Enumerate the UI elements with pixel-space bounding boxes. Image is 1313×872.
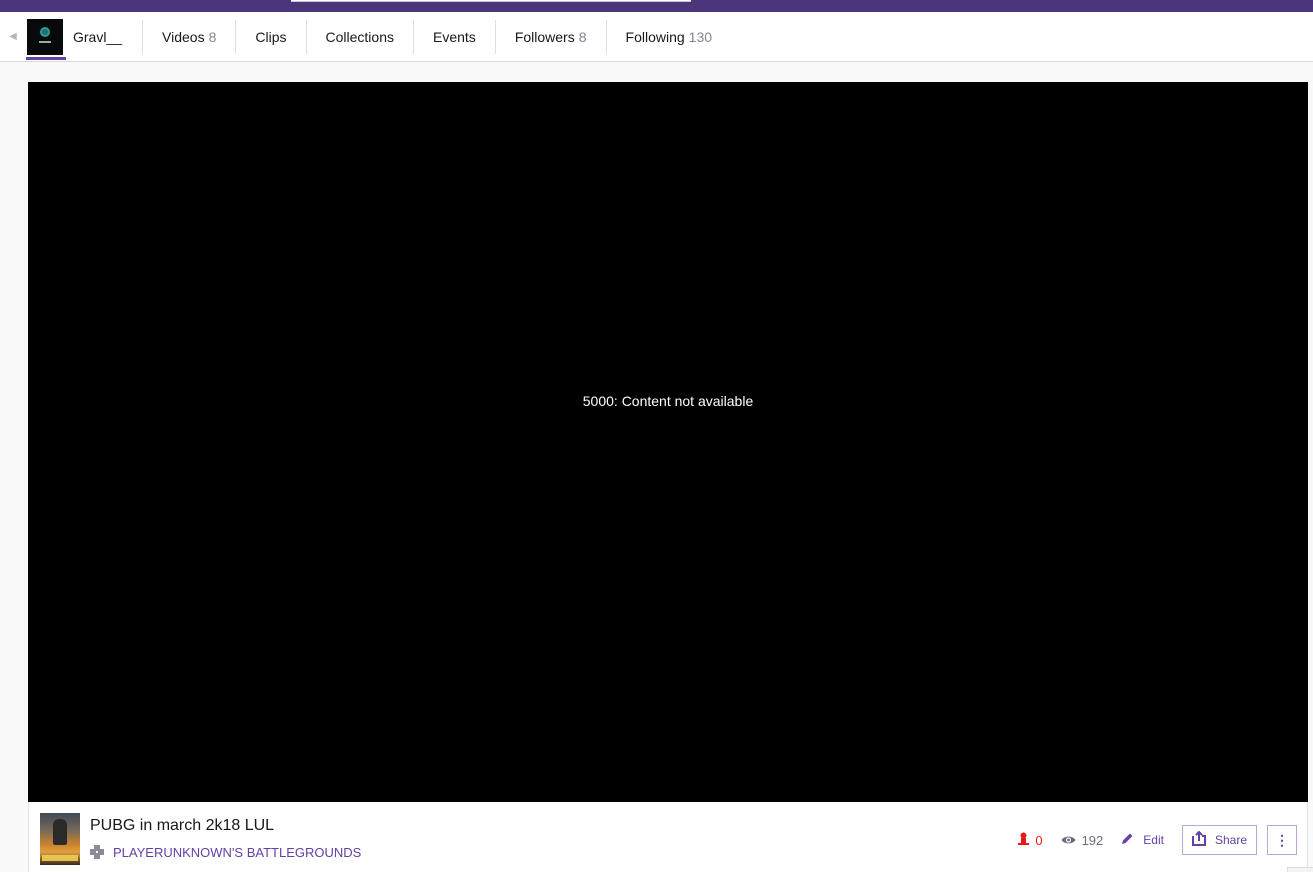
edit-button[interactable]: Edit bbox=[1121, 832, 1164, 848]
pencil-icon bbox=[1121, 832, 1134, 848]
tab-collections[interactable]: Collections bbox=[305, 19, 413, 54]
edit-label: Edit bbox=[1143, 833, 1164, 847]
video-title: PUBG in march 2k18 LUL bbox=[90, 817, 275, 834]
share-label: Share bbox=[1214, 833, 1247, 847]
gamepad-icon bbox=[90, 845, 105, 860]
channel-name: Gravl__ bbox=[73, 28, 123, 45]
tab-label: Clips bbox=[255, 28, 287, 45]
avatar-bar bbox=[39, 40, 51, 43]
active-tab-indicator bbox=[26, 56, 66, 60]
tab-label: Videos bbox=[162, 28, 205, 45]
live-viewers-stat: 0 bbox=[1018, 832, 1043, 848]
person-icon bbox=[1018, 832, 1030, 848]
tab-count: 130 bbox=[688, 28, 713, 45]
box-art-logo bbox=[42, 855, 78, 861]
top-navigation-bar bbox=[0, 0, 1313, 12]
share-button[interactable]: Share bbox=[1181, 825, 1257, 855]
tab-count: 8 bbox=[208, 28, 217, 45]
live-viewers-count: 0 bbox=[1035, 832, 1043, 848]
more-options-button[interactable]: ⋮ bbox=[1267, 825, 1297, 855]
tab-clips[interactable]: Clips bbox=[235, 19, 305, 54]
box-art-figure bbox=[53, 819, 67, 845]
scroll-left-button[interactable]: ◀ bbox=[0, 12, 26, 62]
tab-following[interactable]: Following 130 bbox=[605, 19, 732, 54]
views-stat: 192 bbox=[1061, 832, 1104, 848]
tab-label: Followers bbox=[514, 28, 575, 45]
scrollbar-corner bbox=[1287, 867, 1313, 872]
channel-avatar[interactable] bbox=[27, 18, 63, 55]
share-icon bbox=[1191, 830, 1206, 849]
views-count: 192 bbox=[1081, 832, 1104, 848]
tab-label: Following bbox=[625, 28, 685, 45]
search-input[interactable] bbox=[291, 0, 691, 2]
tab-count: 8 bbox=[578, 28, 587, 45]
game-link[interactable]: PLAYERUNKNOWN'S BATTLEGROUNDS bbox=[113, 845, 361, 860]
eye-icon bbox=[1061, 833, 1076, 848]
tab-followers[interactable]: Followers 8 bbox=[494, 19, 606, 54]
video-player[interactable]: 5000: Content not available bbox=[28, 82, 1308, 802]
video-info-bar: PUBG in march 2k18 LUL PLAYERUNKNOWN'S B… bbox=[28, 802, 1308, 872]
tab-label: Collections bbox=[325, 28, 394, 45]
tab-events[interactable]: Events bbox=[413, 19, 495, 54]
video-actions: 0 192 Edit Share ⋮ bbox=[1018, 825, 1297, 855]
more-vertical-icon: ⋮ bbox=[1275, 831, 1289, 848]
channel-navigation: ◀ Gravl__ Videos 8 Clips Collections Eve… bbox=[0, 12, 1313, 62]
tab-videos[interactable]: Videos 8 bbox=[142, 19, 235, 54]
webcam-icon bbox=[40, 26, 50, 37]
player-error-message: 5000: Content not available bbox=[582, 393, 754, 409]
channel-home-link[interactable]: Gravl__ bbox=[26, 12, 142, 62]
game-box-art[interactable] bbox=[40, 813, 80, 865]
caret-left-icon: ◀ bbox=[9, 31, 17, 42]
tab-label: Events bbox=[433, 28, 476, 45]
game-row: PLAYERUNKNOWN'S BATTLEGROUNDS bbox=[90, 845, 361, 860]
